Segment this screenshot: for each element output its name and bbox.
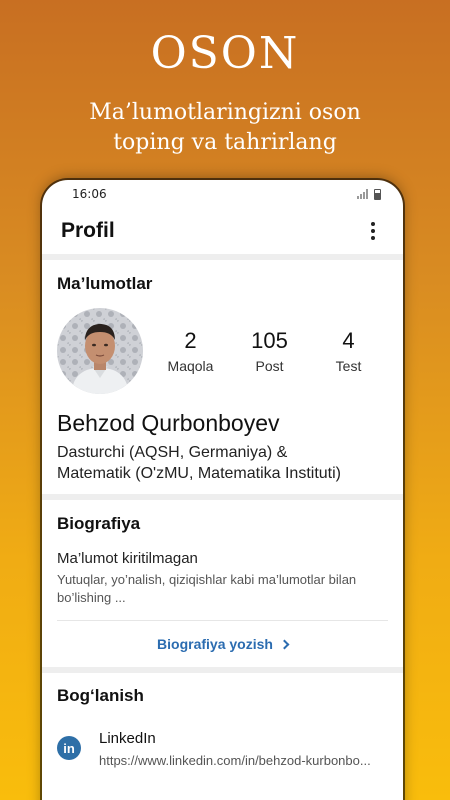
bio-hint-line1: Yutuqlar, yo’nalish, qiziqishlar kabi ma…: [57, 572, 357, 587]
profile-role-line2: Matematik (O'zMU, Matematika Instituti): [57, 465, 341, 482]
stat-label: Maqola: [167, 358, 214, 374]
bio-section: Biografiya Ma’lumot kiritilmagan Yutuqla…: [42, 500, 403, 667]
linkedin-icon: in: [57, 736, 81, 760]
promo-title: OSON: [150, 28, 300, 79]
contact-url[interactable]: https://www.linkedin.com/in/behzod-kurbo…: [99, 753, 388, 768]
more-vert-icon[interactable]: [365, 218, 381, 244]
info-title: Ma’lumotlar: [57, 274, 153, 293]
signal-icon: [357, 189, 368, 199]
write-bio-button[interactable]: Biografiya yozish: [57, 621, 388, 667]
profile-stats-row: 2 Maqola 105 Post 4 Test: [57, 308, 388, 394]
stat-test[interactable]: 4 Test: [314, 328, 384, 374]
bio-title: Biografiya: [57, 514, 141, 533]
info-section: Ma’lumotlar 2 Maqola 105 Post 4 Test Beh…: [42, 260, 403, 494]
profile-role-line1: Dasturchi (AQSH, Germaniya) &: [57, 444, 288, 461]
stat-value: 105: [251, 328, 288, 353]
page-title: Profil: [61, 219, 115, 242]
stat-post[interactable]: 105 Post: [235, 328, 305, 374]
promo-subtitle: Ma’lumotlaringizni oson toping va tahrir…: [20, 98, 430, 158]
status-time: 16:06: [72, 187, 107, 201]
bio-hint: Yutuqlar, yo’nalish, qiziqishlar kabi ma…: [57, 571, 388, 607]
bio-hint-line2: bo’lishing ...: [57, 590, 126, 605]
promo-subtitle-line1: Ma’lumotlaringizni oson: [89, 100, 361, 125]
contact-text: LinkedIn https://www.linkedin.com/in/beh…: [99, 730, 388, 768]
stat-maqola[interactable]: 2 Maqola: [156, 328, 226, 374]
avatar[interactable]: [57, 308, 143, 394]
phone-screen: 16:06 Profil Ma’lumotlar 2 Maqola 105 Po…: [42, 180, 403, 800]
stat-value: 2: [184, 328, 197, 353]
contact-item-linkedin[interactable]: in LinkedIn https://www.linkedin.com/in/…: [57, 730, 388, 768]
contact-section: Bog‘lanish in LinkedIn https://www.linke…: [42, 673, 403, 768]
profile-name: Behzod Qurbonboyev: [57, 410, 280, 436]
app-bar: Profil: [42, 208, 403, 254]
battery-icon: [374, 188, 381, 200]
stat-value: 4: [342, 328, 355, 353]
stat-label: Test: [335, 358, 362, 374]
bio-empty-text: Ma’lumot kiritilmagan: [57, 550, 198, 567]
chevron-right-icon: [279, 639, 290, 649]
status-icons: [357, 188, 381, 200]
profile-role: Dasturchi (AQSH, Germaniya) & Matematik …: [57, 442, 388, 484]
write-bio-label: Biografiya yozish: [157, 636, 273, 652]
stats: 2 Maqola 105 Post 4 Test: [143, 328, 388, 374]
stat-label: Post: [255, 358, 284, 374]
promo-subtitle-line2: toping va tahrirlang: [113, 130, 337, 155]
contact-title: Bog‘lanish: [57, 686, 144, 705]
status-bar: 16:06: [42, 180, 403, 208]
contact-name: LinkedIn: [99, 730, 156, 747]
